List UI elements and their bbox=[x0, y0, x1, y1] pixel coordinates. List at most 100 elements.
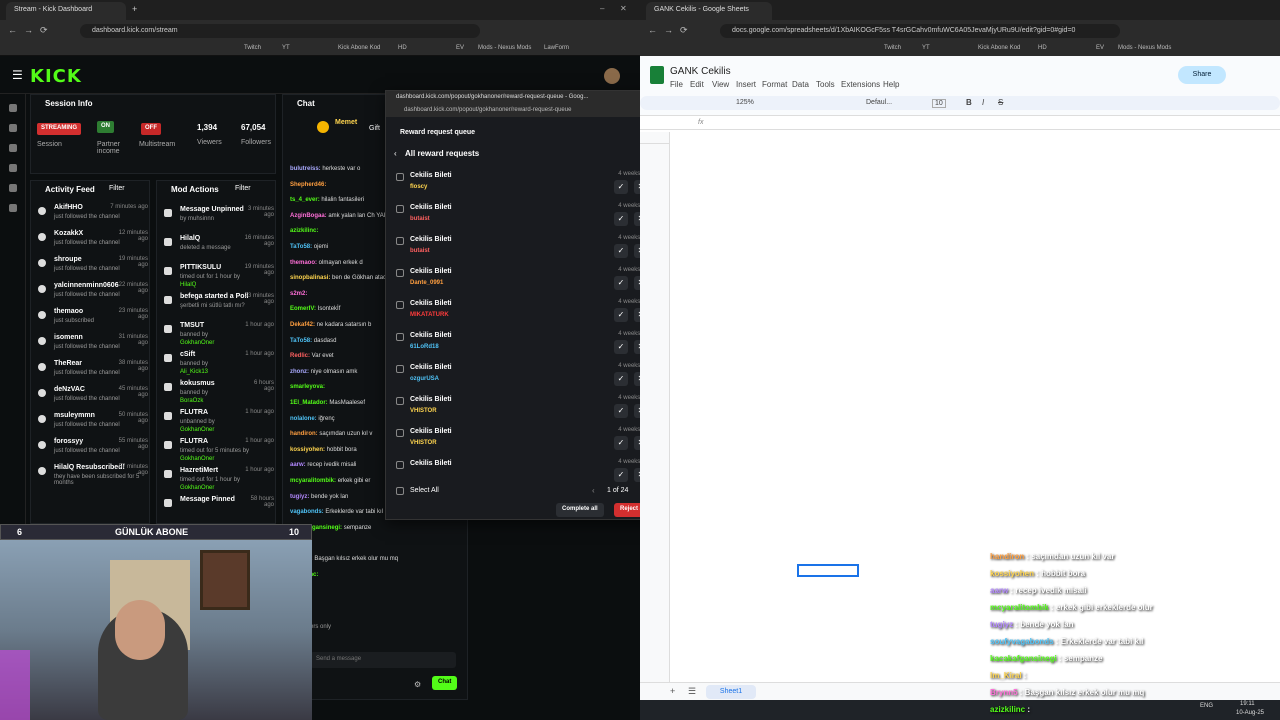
bookmark-item[interactable]: Mods - Nexus Mods bbox=[478, 45, 531, 51]
chat-username[interactable]: aarw: bbox=[290, 462, 306, 468]
activity-feed-item[interactable]: AkifHHO just followed the channel 7 minute… bbox=[36, 204, 148, 230]
bookmark-item[interactable]: YT bbox=[922, 45, 930, 51]
menu-help[interactable]: Help bbox=[883, 80, 899, 89]
kick-logo[interactable]: KICK bbox=[30, 66, 82, 87]
chat-username[interactable]: TaTo58: bbox=[290, 338, 312, 344]
chat-username[interactable]: vagabonds: bbox=[290, 509, 324, 515]
chat-username[interactable]: mcyaralitombik: bbox=[290, 478, 336, 484]
url-field[interactable]: docs.google.com/spreadsheets/d/1XbAIKOGc… bbox=[720, 24, 1120, 38]
sidebar-home-icon[interactable] bbox=[9, 124, 17, 132]
back-icon[interactable]: ← bbox=[8, 25, 17, 35]
forward-icon[interactable]: → bbox=[24, 25, 33, 35]
mod-action-item[interactable]: TMSUT banned by GokhanOner 1 hour ago bbox=[162, 322, 274, 352]
font-select[interactable]: Defaul... bbox=[866, 99, 892, 106]
activity-feed-item[interactable]: themaoo just subscribed 23 minutes ago bbox=[36, 308, 148, 334]
menu-view[interactable]: View bbox=[712, 80, 729, 89]
bookmark-item[interactable]: LawForm bbox=[544, 45, 569, 51]
mod-action-item[interactable]: PITTIKSULU timed out for 1 hour by HilalQ 1… bbox=[162, 264, 274, 294]
all-reward-requests-link[interactable]: All reward requests bbox=[405, 149, 479, 158]
reward-checkbox[interactable] bbox=[396, 205, 404, 213]
activity-feed-item[interactable]: shroupe just followed the channel 19 minut… bbox=[36, 256, 148, 282]
bold-icon[interactable]: B bbox=[966, 98, 972, 107]
bookmark-item[interactable]: Kick Abone Kod bbox=[338, 45, 380, 51]
chat-message[interactable]: 1El_Matador: MasMaalesef bbox=[290, 400, 365, 406]
bookmark-item[interactable]: HD bbox=[398, 45, 407, 51]
chat-message[interactable]: EomerIV: Isontekİf bbox=[290, 306, 340, 312]
chat-message[interactable]: Redlic: Var evet bbox=[290, 353, 334, 359]
mod-action-item[interactable]: HilalQ deleted a message 16 minutes ago bbox=[162, 235, 274, 265]
menu-extensions[interactable]: Extensions bbox=[841, 80, 880, 89]
reward-checkbox[interactable] bbox=[396, 173, 404, 181]
chat-username[interactable]: Shepherd46: bbox=[290, 182, 326, 188]
minimize-icon[interactable]: – bbox=[600, 4, 604, 13]
chat-message[interactable]: Dekaf42: ne kadara satarsın b bbox=[290, 322, 371, 328]
chat-username[interactable]: Redlic: bbox=[290, 353, 310, 359]
sidebar-trophy-icon[interactable] bbox=[9, 144, 17, 152]
mod-action-item[interactable]: kokusmus banned by BoraOzk 6 hours ago bbox=[162, 380, 274, 410]
chat-username[interactable]: handiron: bbox=[290, 431, 318, 437]
multistream-off-badge[interactable]: OFF bbox=[141, 123, 161, 135]
select-all-corner[interactable] bbox=[640, 132, 670, 144]
reward-checkbox[interactable] bbox=[396, 365, 404, 373]
chat-username[interactable]: azizkilinc: bbox=[290, 228, 318, 234]
reward-checkbox[interactable] bbox=[396, 461, 404, 469]
activity-feed-item[interactable]: yalcinnenminn0606 just followed the chann… bbox=[36, 282, 148, 308]
activity-feed-item[interactable]: KozakkX just followed the channel 12 minut… bbox=[36, 230, 148, 256]
chat-settings-icon[interactable]: ⚙ bbox=[414, 680, 421, 689]
chat-username[interactable]: themaoo: bbox=[290, 260, 317, 266]
chat-send-button[interactable]: Chat bbox=[432, 676, 458, 690]
mod-action-item[interactable]: FLUTRA unbanned by GokhanOner 1 hour ago bbox=[162, 409, 274, 439]
chat-username[interactable]: 1El_Matador: bbox=[290, 400, 328, 406]
sidebar-user-icon[interactable] bbox=[9, 164, 17, 172]
zoom-select[interactable]: 125% bbox=[736, 99, 754, 106]
activity-feed-item[interactable]: TheRear just followed the channel 38 minut… bbox=[36, 360, 148, 386]
approve-check-icon[interactable]: ✓ bbox=[614, 404, 628, 418]
chat-message[interactable]: vagabonds: Erkeklerde var tabi kıl bbox=[290, 509, 383, 515]
bookmark-item[interactable]: Twitch bbox=[884, 45, 901, 51]
mod-action-item[interactable]: Message Pinned 58 hours ago bbox=[162, 496, 274, 526]
language-indicator[interactable]: ENG bbox=[1200, 703, 1213, 709]
reward-request-row[interactable]: Cekilis Biletifloscy4 weeks ago✓✕ bbox=[394, 171, 640, 203]
doc-title[interactable]: GANK Cekilis bbox=[670, 66, 731, 77]
chat-message[interactable]: nolalone: iğrenç bbox=[290, 416, 335, 422]
chat-message[interactable]: sinopbalinasi: ben de Gökhan atacam. bbox=[290, 275, 396, 281]
activity-filter-button[interactable]: Filter bbox=[109, 185, 125, 192]
reward-request-row[interactable]: Cekilis BiletiozgurUSA4 weeks ago✓✕ bbox=[394, 363, 640, 395]
chat-username[interactable]: s2m2: bbox=[290, 291, 307, 297]
chat-username[interactable]: EomerIV: bbox=[290, 306, 316, 312]
chat-username[interactable]: kossiyohen: bbox=[290, 447, 325, 453]
approve-check-icon[interactable]: ✓ bbox=[614, 372, 628, 386]
reward-checkbox[interactable] bbox=[396, 237, 404, 245]
mod-action-item[interactable]: befega started a Poll şerbetli mi sütlü t… bbox=[162, 293, 274, 323]
tab-google-sheets[interactable]: GANK Cekilis - Google Sheets bbox=[646, 2, 772, 20]
gift-button[interactable]: Gift bbox=[369, 125, 380, 132]
complete-all-button[interactable]: Complete all bbox=[556, 503, 604, 517]
menu-edit[interactable]: Edit bbox=[690, 80, 704, 89]
reward-checkbox[interactable] bbox=[396, 429, 404, 437]
tab-kick-dashboard[interactable]: Stream - Kick Dashboard bbox=[6, 2, 126, 20]
chat-message[interactable]: s2m2: bbox=[290, 291, 307, 297]
activity-feed-item[interactable]: HilalQ Resubscribed! they have been subsc… bbox=[36, 464, 148, 490]
bookmark-item[interactable]: EV bbox=[1096, 45, 1104, 51]
menu-data[interactable]: Data bbox=[792, 80, 809, 89]
bookmark-item[interactable]: Twitch bbox=[244, 45, 261, 51]
italic-icon[interactable]: I bbox=[982, 98, 984, 107]
sheet-tab-sheet1[interactable]: Sheet1 bbox=[706, 685, 756, 699]
chat-username[interactable]: zhonz: bbox=[290, 369, 309, 375]
chat-username[interactable]: smarleyova: bbox=[290, 384, 325, 390]
menu-format[interactable]: Format bbox=[762, 80, 787, 89]
chat-username[interactable]: ts_4_ever: bbox=[290, 197, 320, 203]
approve-check-icon[interactable]: ✓ bbox=[614, 436, 628, 450]
sidebar-broadcast-icon[interactable] bbox=[9, 184, 17, 192]
menu-insert[interactable]: Insert bbox=[736, 80, 756, 89]
close-window-icon[interactable]: ✕ bbox=[620, 4, 627, 13]
formula-bar[interactable]: fx bbox=[640, 118, 1280, 130]
approve-check-icon[interactable]: ✓ bbox=[614, 276, 628, 290]
reward-request-row[interactable]: Cekilis Biletibutaist4 weeks ago✓✕ bbox=[394, 235, 640, 267]
activity-feed-item[interactable]: forossyy just followed the channel 55 minu… bbox=[36, 438, 148, 464]
chat-username[interactable]: nolalone: bbox=[290, 416, 317, 422]
add-sheet-icon[interactable]: + bbox=[670, 686, 675, 696]
reward-request-row[interactable]: Cekilis Biletibutaist4 weeks ago✓✕ bbox=[394, 203, 640, 235]
back-chevron-icon[interactable]: ‹ bbox=[394, 149, 397, 158]
chat-username[interactable]: TaTo58: bbox=[290, 244, 312, 250]
